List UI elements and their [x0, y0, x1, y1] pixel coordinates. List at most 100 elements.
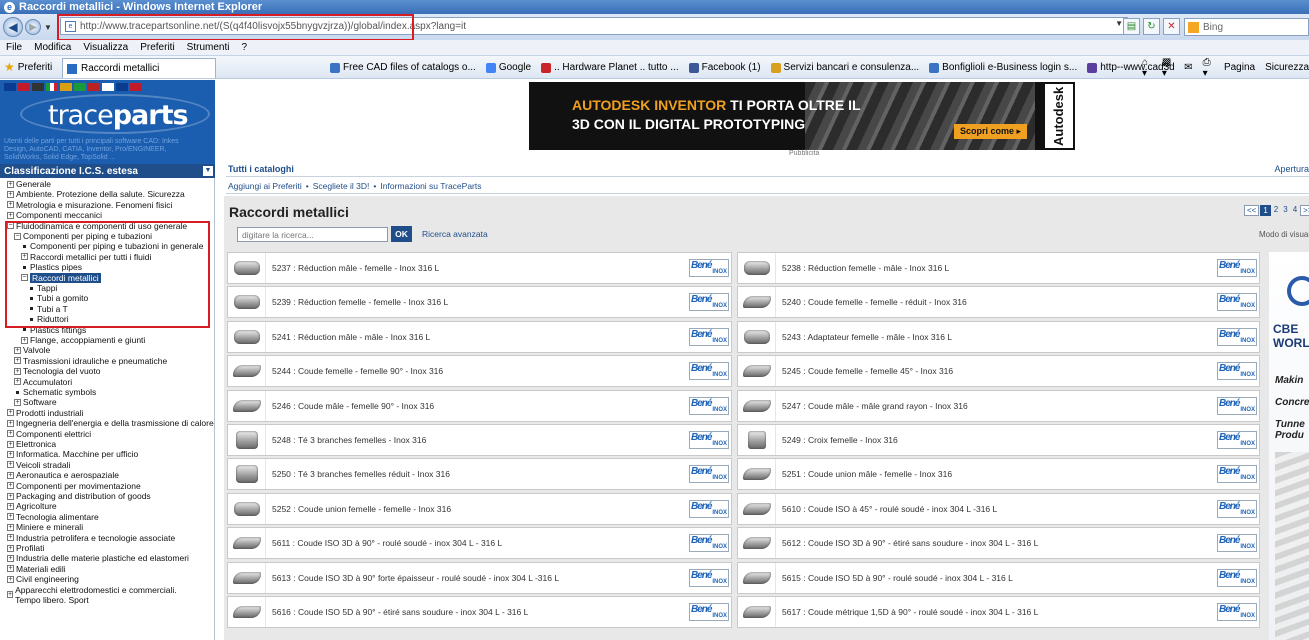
expand-icon[interactable]: + [7, 450, 14, 458]
page-4-button[interactable]: 4 [1291, 205, 1299, 216]
product-item[interactable]: 5610 : Coude ISO à 45° - roulé soudé - i… [737, 492, 1260, 525]
stop-icon[interactable]: ✕ [1163, 18, 1180, 35]
home-icon[interactable]: ⌂ ▾ [1142, 57, 1152, 79]
advanced-search-link[interactable]: Ricerca avanzata [422, 229, 488, 239]
product-item[interactable]: 5615 : Coude ISO 5D à 90° - roulé soudé … [737, 561, 1260, 594]
expand-icon[interactable]: + [7, 440, 14, 448]
supplier-logo[interactable]: Bené INOX [1217, 327, 1257, 346]
expand-icon[interactable]: + [7, 554, 14, 562]
expand-icon[interactable]: + [7, 502, 14, 510]
tree-item[interactable]: + Profilati [7, 543, 44, 553]
tree-item[interactable]: + Accumulatori [14, 377, 72, 387]
supplier-logo[interactable]: Bené INOX [689, 362, 729, 381]
product-thumbnail[interactable] [228, 356, 266, 387]
flag-icon[interactable] [116, 83, 128, 91]
compatibility-view-icon[interactable]: ▤ [1123, 18, 1140, 35]
supplier-logo[interactable]: Bené INOX [689, 603, 729, 621]
menu-strumenti[interactable]: Strumenti [187, 42, 230, 53]
flag-icon[interactable] [88, 83, 100, 91]
product-item[interactable]: 5251 : Coude union mâle - femelle - Inox… [737, 458, 1260, 491]
tree-item[interactable]: + Flange, accoppiamenti e giunti [21, 335, 145, 345]
expand-icon[interactable]: + [7, 492, 14, 500]
product-thumbnail[interactable] [738, 390, 776, 421]
product-thumbnail[interactable] [738, 356, 776, 387]
flag-icon[interactable] [18, 83, 30, 91]
tree-item[interactable]: + Materiali edili [7, 564, 66, 574]
expand-icon[interactable]: + [7, 409, 14, 417]
security-menu[interactable]: Sicurezza [1265, 62, 1309, 73]
expand-icon[interactable]: + [7, 534, 14, 542]
product-name[interactable]: 5612 : Coude ISO 3D à 90° - étiré sans s… [782, 538, 1217, 548]
favorites-button[interactable]: ★ Preferiti [4, 60, 62, 74]
expand-icon[interactable]: + [7, 419, 14, 427]
expand-icon[interactable]: + [21, 336, 28, 344]
product-thumbnail[interactable] [228, 493, 266, 524]
product-item[interactable]: 5611 : Coude ISO 3D à 90° - roulé soudé … [227, 527, 732, 560]
supplier-logo[interactable]: Bené INOX [1217, 293, 1257, 312]
flag-icon[interactable] [74, 83, 86, 91]
product-item[interactable]: 5238 : Réduction femelle - mâle - Inox 3… [737, 252, 1260, 284]
flag-icon[interactable] [60, 83, 72, 91]
tree-item[interactable]: + Industria petrolifera e tecnologie asso… [7, 533, 175, 543]
product-thumbnail[interactable] [738, 562, 776, 593]
product-item[interactable]: 5247 : Coude mâle - mâle grand rayon - I… [737, 389, 1260, 422]
product-item[interactable]: 5239 : Réduction femelle - femelle - Ino… [227, 286, 732, 319]
product-thumbnail[interactable] [738, 528, 776, 559]
expand-icon[interactable]: + [7, 523, 14, 531]
supplier-logo[interactable]: Bené INOX [689, 327, 729, 346]
page-3-button[interactable]: 3 [1281, 205, 1289, 216]
banner-cta-button[interactable]: Scopri come ▸ [954, 124, 1028, 139]
tree-item[interactable]: + Aeronautica e aerospaziale [7, 470, 119, 480]
catalog-search-input[interactable] [237, 227, 388, 242]
expand-icon[interactable]: + [7, 471, 14, 479]
forward-button[interactable]: ▶ [25, 19, 41, 35]
flag-icon[interactable] [4, 83, 16, 91]
product-name[interactable]: 5249 : Croix femelle - Inox 316 [782, 435, 1217, 445]
product-name[interactable]: 5241 : Réduction mâle - mâle - Inox 316 … [272, 332, 689, 342]
tree-item[interactable]: + Componenti per movimentazione [7, 481, 141, 491]
favorite-link[interactable]: Facebook (1) [688, 62, 761, 73]
product-name[interactable]: 5252 : Coude union femelle - femelle - I… [272, 504, 689, 514]
supplier-logo[interactable]: Bené INOX [1217, 362, 1257, 381]
flag-icon[interactable] [102, 83, 114, 91]
flag-icon[interactable] [32, 83, 44, 91]
supplier-logo[interactable]: Bené INOX [1217, 431, 1257, 449]
menu-visualizza[interactable]: Visualizza [83, 42, 128, 53]
supplier-logo[interactable]: Bené INOX [1217, 465, 1257, 484]
address-dropdown-icon[interactable]: ▼ [1115, 19, 1123, 28]
supplier-logo[interactable]: Bené INOX [1217, 499, 1257, 518]
product-item[interactable]: 5252 : Coude union femelle - femelle - I… [227, 492, 732, 525]
menu-preferiti[interactable]: Preferiti [140, 42, 174, 53]
product-name[interactable]: 5247 : Coude mâle - mâle grand rayon - I… [782, 401, 1217, 411]
menu-help[interactable]: ? [241, 42, 247, 53]
product-name[interactable]: 5245 : Coude femelle - femelle 45° - Ino… [782, 366, 1217, 376]
tree-item[interactable]: + Industria delle materie plastiche ed el… [7, 553, 189, 563]
menu-file[interactable]: File [6, 42, 22, 53]
product-thumbnail[interactable] [228, 287, 266, 318]
tree-item[interactable]: + Civil engineering [7, 574, 79, 584]
autodesk-banner[interactable]: AUTODESK INVENTOR TI PORTA OLTRE IL 3D C… [529, 82, 1075, 150]
supplier-logo[interactable]: Bené INOX [1217, 568, 1257, 587]
expand-icon[interactable]: + [7, 211, 14, 219]
product-item[interactable]: 5249 : Croix femelle - Inox 316 Bené INOX [737, 424, 1260, 456]
expand-icon[interactable]: + [7, 461, 14, 469]
supplier-logo[interactable]: Bené INOX [1217, 259, 1257, 277]
page-menu[interactable]: Pagina [1224, 62, 1255, 73]
supplier-logo[interactable]: Bené INOX [689, 568, 729, 587]
supplier-logo[interactable]: Bené INOX [689, 431, 729, 449]
product-thumbnail[interactable] [738, 493, 776, 524]
product-item[interactable]: 5248 : Té 3 branches femelles - Inox 316… [227, 424, 732, 456]
expand-icon[interactable]: + [14, 367, 21, 375]
product-name[interactable]: 5616 : Coude ISO 5D à 90° - étiré sans s… [272, 607, 689, 617]
flag-icon[interactable] [130, 83, 142, 91]
product-thumbnail[interactable] [228, 459, 266, 490]
supplier-logo[interactable]: Bené INOX [1217, 396, 1257, 415]
apertura-link[interactable]: Apertura [1274, 164, 1309, 174]
product-name[interactable]: 5248 : Té 3 branches femelles - Inox 316 [272, 435, 689, 445]
add-favorites-link[interactable]: Aggiungi ai Preferiti [228, 181, 302, 191]
product-item[interactable]: 5243 : Adaptateur femelle - mâle - Inox … [737, 320, 1260, 353]
search-input[interactable]: Bing [1184, 18, 1309, 36]
expand-icon[interactable]: + [7, 190, 14, 198]
product-name[interactable]: 5615 : Coude ISO 5D à 90° - roulé soudé … [782, 573, 1217, 583]
product-item[interactable]: 5246 : Coude mâle - femelle 90° - Inox 3… [227, 389, 732, 422]
